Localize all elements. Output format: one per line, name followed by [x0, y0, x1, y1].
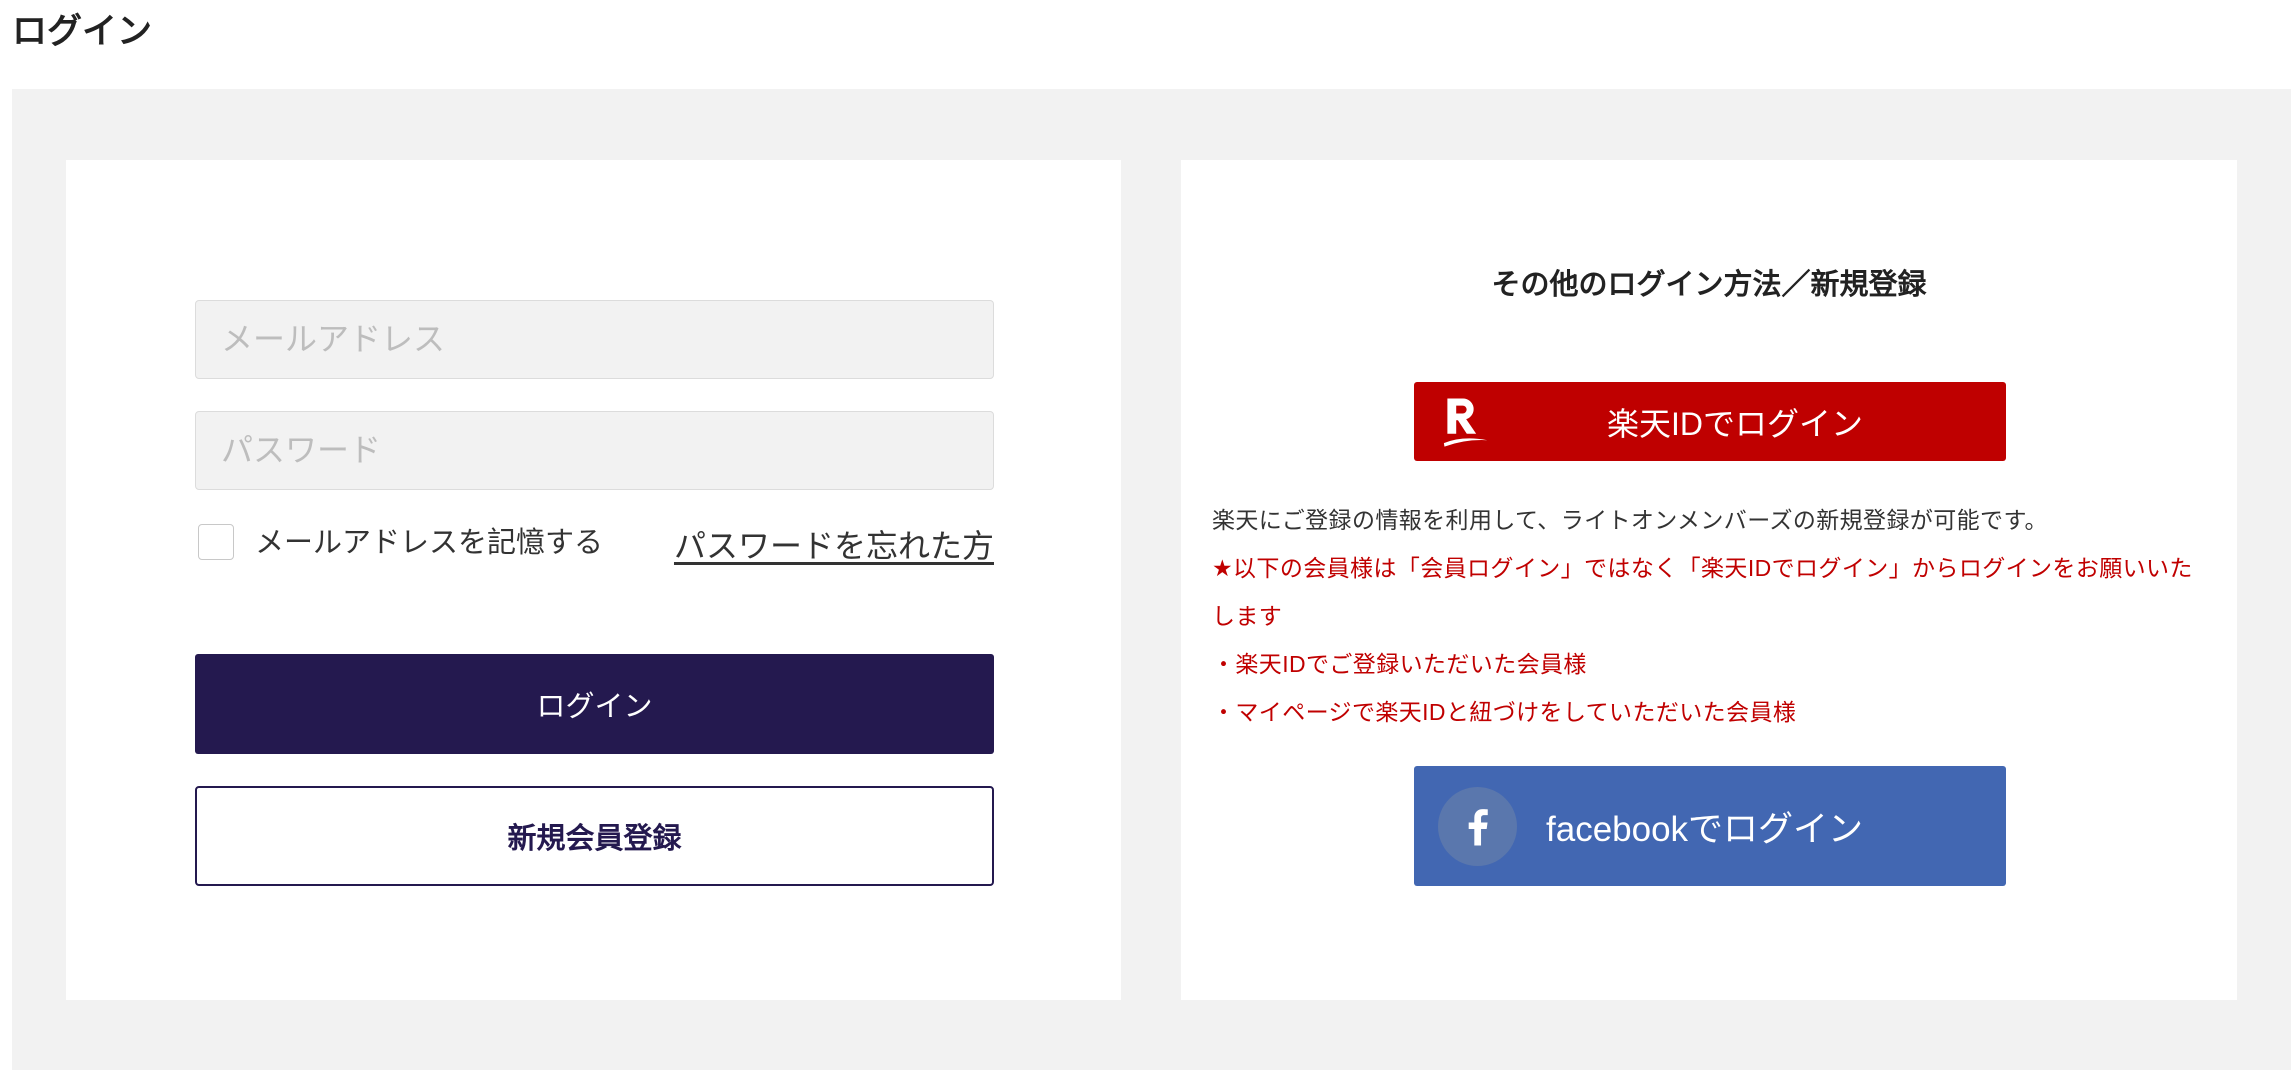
- password-input[interactable]: [195, 411, 994, 490]
- page-title: ログイン: [12, 12, 153, 51]
- rakuten-login-button[interactable]: 楽天IDでログイン: [1414, 382, 2006, 461]
- member-login-panel: メールアドレスを記憶する パスワードを忘れた方 ログイン 新規会員登録: [66, 160, 1121, 1000]
- register-button[interactable]: 新規会員登録: [195, 786, 994, 886]
- rakuten-info: 楽天にご登録の情報を利用して、ライトオンメンバーズの新規登録が可能です。 ★以下…: [1212, 496, 2194, 736]
- facebook-login-button[interactable]: facebookでログイン: [1414, 766, 2006, 886]
- remember-email-checkbox[interactable]: [198, 524, 234, 560]
- rakuten-logo-icon: [1443, 398, 1488, 447]
- remember-email-label[interactable]: メールアドレスを記憶する: [255, 522, 603, 564]
- forgot-password-link[interactable]: パスワードを忘れた方: [674, 523, 994, 569]
- facebook-icon: [1438, 786, 1517, 866]
- login-button[interactable]: ログイン: [195, 654, 994, 754]
- login-container: メールアドレスを記憶する パスワードを忘れた方 ログイン 新規会員登録 その他の…: [12, 89, 2291, 1070]
- email-input[interactable]: [195, 300, 994, 379]
- notice-line: ・マイページで楽天IDと紐づけをしていただいた会員様: [1212, 699, 1797, 725]
- notice-line: ・楽天IDでご登録いただいた会員様: [1212, 651, 1587, 677]
- rakuten-login-label: 楽天IDでログイン: [1606, 405, 1863, 442]
- rakuten-info-description: 楽天にご登録の情報を利用して、ライトオンメンバーズの新規登録が可能です。: [1212, 507, 2048, 533]
- other-login-title: その他のログイン方法／新規登録: [1491, 269, 1927, 301]
- facebook-login-label: facebookでログイン: [1546, 809, 1864, 849]
- other-login-panel: その他のログイン方法／新規登録 楽天IDでログイン 楽天にご登録の情報を利用して…: [1181, 160, 2237, 1000]
- notice-line: ★以下の会員様は「会員ログイン」ではなく「楽天IDでログイン」からログインをお願…: [1212, 555, 2193, 629]
